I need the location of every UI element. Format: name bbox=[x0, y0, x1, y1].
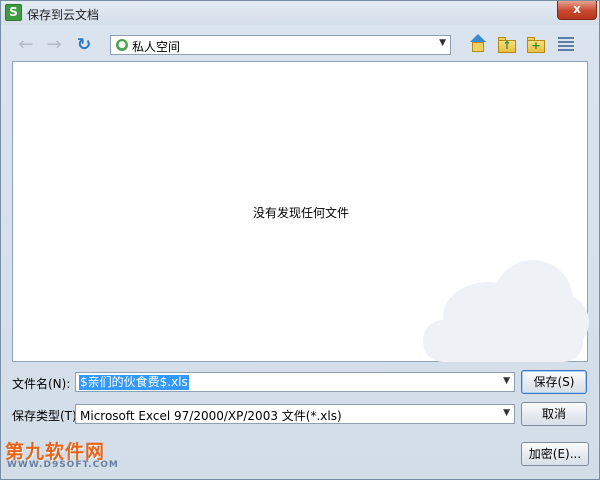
window-title: 保存到云文档 bbox=[27, 8, 100, 22]
cloud-decoration bbox=[423, 320, 583, 362]
save-dialog: S 保存到云文档 x ← → ↻ ● 私人空间 ▼ ↑ + 没有发现任何文件 文… bbox=[0, 0, 600, 480]
empty-message: 没有发现任何文件 bbox=[252, 206, 349, 220]
site-watermark: 第九软件网 WWW.D9SOFT.COM bbox=[3, 437, 123, 477]
location-label: 私人空间 bbox=[132, 40, 181, 54]
new-folder-icon[interactable]: + bbox=[526, 34, 546, 54]
cancel-button[interactable]: 取消 bbox=[521, 402, 587, 426]
watermark-url: WWW.D9SOFT.COM bbox=[7, 460, 119, 470]
filetype-value: Microsoft Excel 97/2000/XP/2003 文件(*.xls… bbox=[80, 409, 342, 423]
filename-input[interactable]: $亲们的伙食费$.xls ▼ bbox=[75, 372, 515, 392]
chevron-down-icon[interactable]: ▼ bbox=[503, 408, 510, 418]
title-bar: S 保存到云文档 x bbox=[1, 1, 599, 25]
filename-value: $亲们的伙食费$.xls bbox=[79, 375, 189, 390]
location-dropdown[interactable]: ● 私人空间 ▼ bbox=[110, 35, 451, 55]
encrypt-button[interactable]: 加密(E)... bbox=[521, 442, 589, 466]
filename-label: 文件名(N): bbox=[12, 377, 71, 391]
filetype-label: 保存类型(T): bbox=[12, 409, 81, 423]
person-icon: ● bbox=[116, 39, 128, 51]
filetype-select[interactable]: Microsoft Excel 97/2000/XP/2003 文件(*.xls… bbox=[75, 404, 515, 424]
forward-arrow-icon[interactable]: → bbox=[43, 34, 65, 56]
home-icon[interactable] bbox=[468, 34, 488, 54]
folder-up-icon[interactable]: ↑ bbox=[497, 34, 517, 54]
chevron-down-icon[interactable]: ▼ bbox=[439, 38, 446, 48]
back-arrow-icon[interactable]: ← bbox=[15, 34, 37, 56]
save-button[interactable]: 保存(S) bbox=[521, 370, 587, 394]
close-button[interactable]: x bbox=[557, 1, 597, 20]
wps-app-icon: S bbox=[5, 4, 22, 21]
file-list-area[interactable]: 没有发现任何文件 bbox=[12, 61, 589, 362]
list-view-icon[interactable] bbox=[556, 34, 576, 54]
chevron-down-icon[interactable]: ▼ bbox=[503, 376, 510, 386]
refresh-icon[interactable]: ↻ bbox=[73, 34, 95, 56]
